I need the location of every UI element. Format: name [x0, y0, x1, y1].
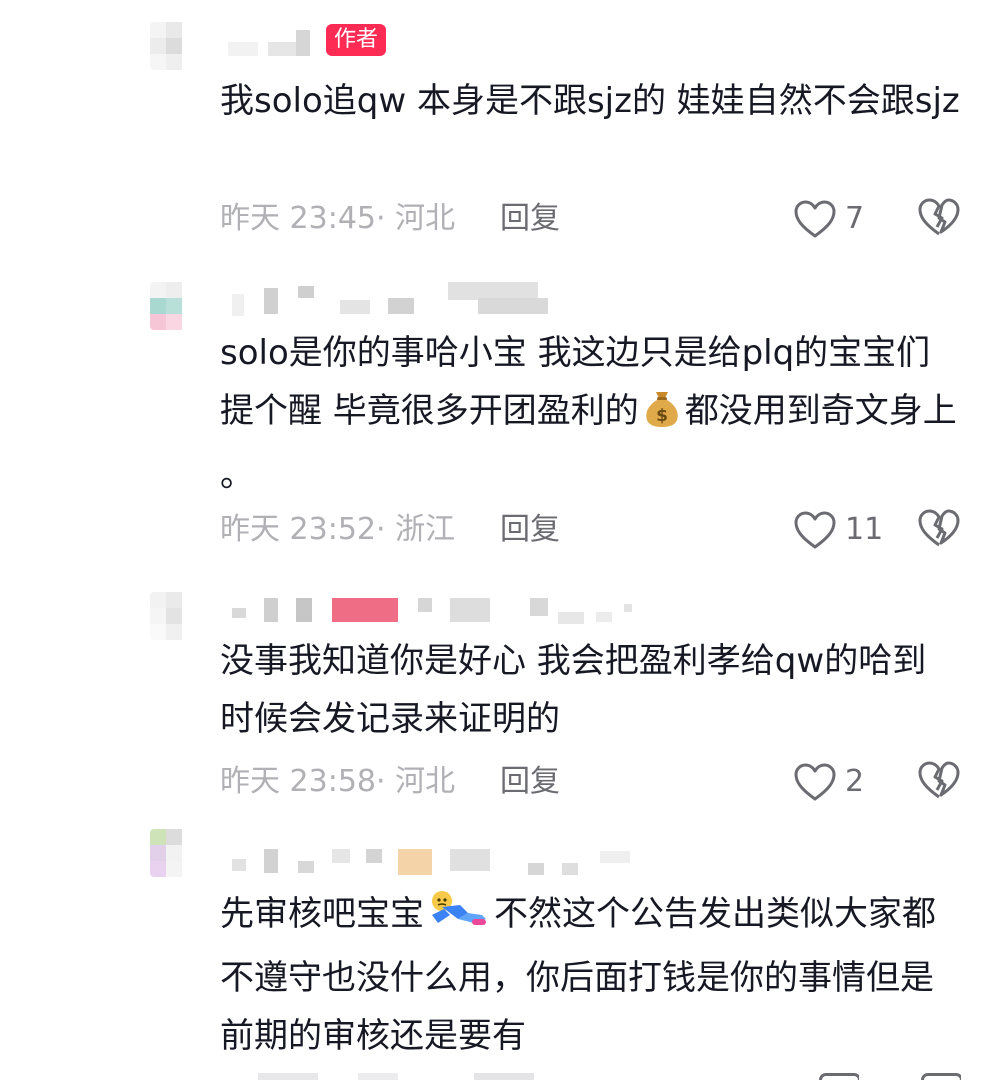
- broken-heart-icon: [918, 509, 960, 547]
- username-pixelated[interactable]: [228, 280, 788, 320]
- comment-item: 作者 我solo追qw 本身是不跟sjz的 娃娃自然不会跟sjz 昨天 23:4…: [0, 0, 1000, 250]
- comment-text: 先审核吧宝宝 不然这个公告发出类似大家都不遵守也没什么用，你后面打钱是你的事情但…: [220, 885, 960, 1065]
- heart-outline-icon: [794, 763, 836, 801]
- like-count: 11: [845, 512, 884, 547]
- money-bag-emoji: $: [643, 388, 681, 446]
- like-button[interactable]: 2: [793, 760, 864, 804]
- avatar[interactable]: [150, 829, 198, 877]
- reply-button[interactable]: 回复: [500, 197, 560, 241]
- heart-outline-icon: [794, 511, 836, 549]
- author-badge: 作者: [326, 24, 387, 56]
- heart-outline-icon: [794, 200, 836, 238]
- like-count: 7: [845, 201, 865, 236]
- dislike-button[interactable]: [917, 197, 961, 241]
- like-button[interactable]: 11: [793, 508, 883, 552]
- svg-text:$: $: [656, 406, 668, 426]
- broken-heart-icon: [918, 198, 960, 236]
- avatar[interactable]: [150, 282, 198, 330]
- like-button-clipped[interactable]: [815, 1071, 859, 1080]
- reply-button[interactable]: 回复: [500, 760, 560, 804]
- comment-meta: 昨天 23:45· 河北: [220, 201, 456, 236]
- comment-text-part: 先审核吧宝宝: [220, 894, 424, 934]
- username-pixelated[interactable]: [228, 594, 788, 634]
- username-pixelated[interactable]: [228, 22, 788, 62]
- comment-text: solo是你的事哈小宝 我这边只是给plq的宝宝们提个醒 毕竟很多开团盈利的 $…: [220, 324, 960, 504]
- dislike-button-clipped[interactable]: [917, 1071, 961, 1080]
- next-meta-row-clipped: [228, 1071, 548, 1080]
- like-count: 2: [845, 764, 865, 799]
- dislike-button[interactable]: [917, 508, 961, 552]
- comment-text: 没事我知道你是好心 我会把盈利孝给qw的哈到时候会发记录来证明的: [220, 641, 927, 739]
- lying-down-emoji: [428, 889, 490, 949]
- comment-text: 我solo追qw 本身是不跟sjz的 娃娃自然不会跟sjz: [220, 81, 960, 121]
- username-pixelated[interactable]: [228, 845, 788, 885]
- comment-item: solo是你的事哈小宝 我这边只是给plq的宝宝们提个醒 毕竟很多开团盈利的 $…: [0, 250, 1000, 580]
- comment-item: 没事我知道你是好心 我会把盈利孝给qw的哈到时候会发记录来证明的 昨天 23:5…: [0, 580, 1000, 825]
- broken-heart-icon: [918, 761, 960, 799]
- comment-meta: 昨天 23:52· 浙江: [220, 512, 456, 547]
- reply-button[interactable]: 回复: [500, 508, 560, 552]
- comment-meta: 昨天 23:58· 河北: [220, 764, 456, 799]
- dislike-button[interactable]: [917, 760, 961, 804]
- like-button[interactable]: 7: [793, 197, 864, 241]
- avatar[interactable]: [150, 592, 198, 640]
- comment-item: 先审核吧宝宝 不然这个公告发出类似大家都不遵守也没什么用，你后面打钱是你的事情但…: [0, 825, 1000, 1080]
- avatar[interactable]: [150, 22, 198, 70]
